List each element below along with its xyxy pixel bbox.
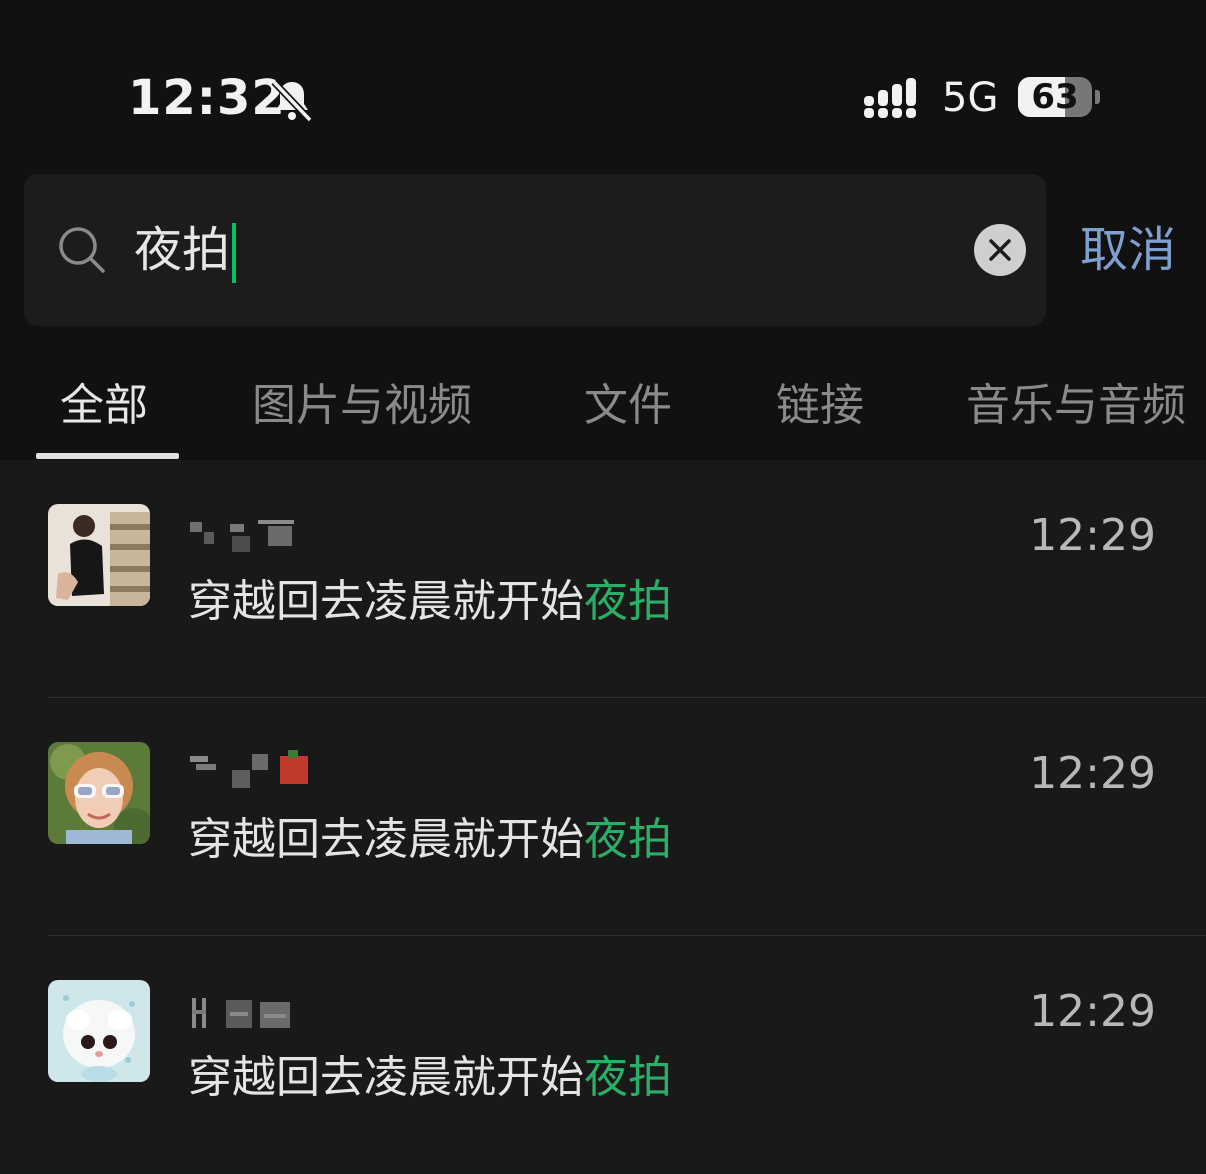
keyword-highlight: 夜拍 [584,814,672,865]
message-text: 穿越回去凌晨就开始 [188,814,584,865]
battery-tip [1095,90,1100,104]
message-time: 12:29 [1029,748,1156,799]
message-snippet: 穿越回去凌晨就开始夜拍 [188,810,672,870]
tab-links[interactable]: 链接 [776,374,864,438]
close-icon [989,239,1011,261]
message-text: 穿越回去凌晨就开始 [188,1052,584,1103]
battery-icon: 63 [1018,77,1092,117]
text-caret [232,223,237,283]
clear-search-button[interactable] [974,224,1026,276]
active-tab-indicator [36,453,179,459]
tab-music-audio[interactable]: 音乐与音频 [966,374,1186,438]
network-type: 5G [942,75,999,121]
message-time: 12:29 [1029,510,1156,561]
keyword-highlight: 夜拍 [584,1052,672,1103]
contact-name-obscured [190,750,308,788]
tab-images-videos[interactable]: 图片与视频 [252,374,472,438]
search-query: 夜拍 [134,222,231,278]
result-row[interactable]: 穿越回去凌晨就开始夜拍 12:29 [0,698,1206,936]
message-text: 穿越回去凌晨就开始 [188,576,584,627]
tab-files[interactable]: 文件 [584,374,672,438]
tab-all[interactable]: 全部 [60,374,148,438]
contact-name-obscured [192,998,290,1028]
bell-slash-icon [271,79,313,123]
battery-level: 63 [1031,77,1079,117]
status-time: 12:32 [128,70,286,126]
cancel-button[interactable]: 取消 [1080,218,1176,282]
avatar [48,980,150,1082]
filter-tabs: 全部 图片与视频 文件 链接 音乐与音频 [0,374,1206,460]
keyword-highlight: 夜拍 [584,576,672,627]
result-row[interactable]: 穿越回去凌晨就开始夜拍 12:29 [0,936,1206,1174]
message-snippet: 穿越回去凌晨就开始夜拍 [188,1048,672,1108]
search-bar[interactable]: 夜拍 [24,174,1046,326]
avatar [48,742,150,844]
message-time: 12:29 [1029,986,1156,1037]
search-input[interactable]: 夜拍 [134,218,237,283]
avatar [48,504,150,606]
search-icon [59,227,105,273]
message-snippet: 穿越回去凌晨就开始夜拍 [188,572,672,632]
result-row[interactable]: 穿越回去凌晨就开始夜拍 12:29 [0,460,1206,698]
signal-icon [864,78,916,118]
contact-name-obscured [190,520,294,552]
